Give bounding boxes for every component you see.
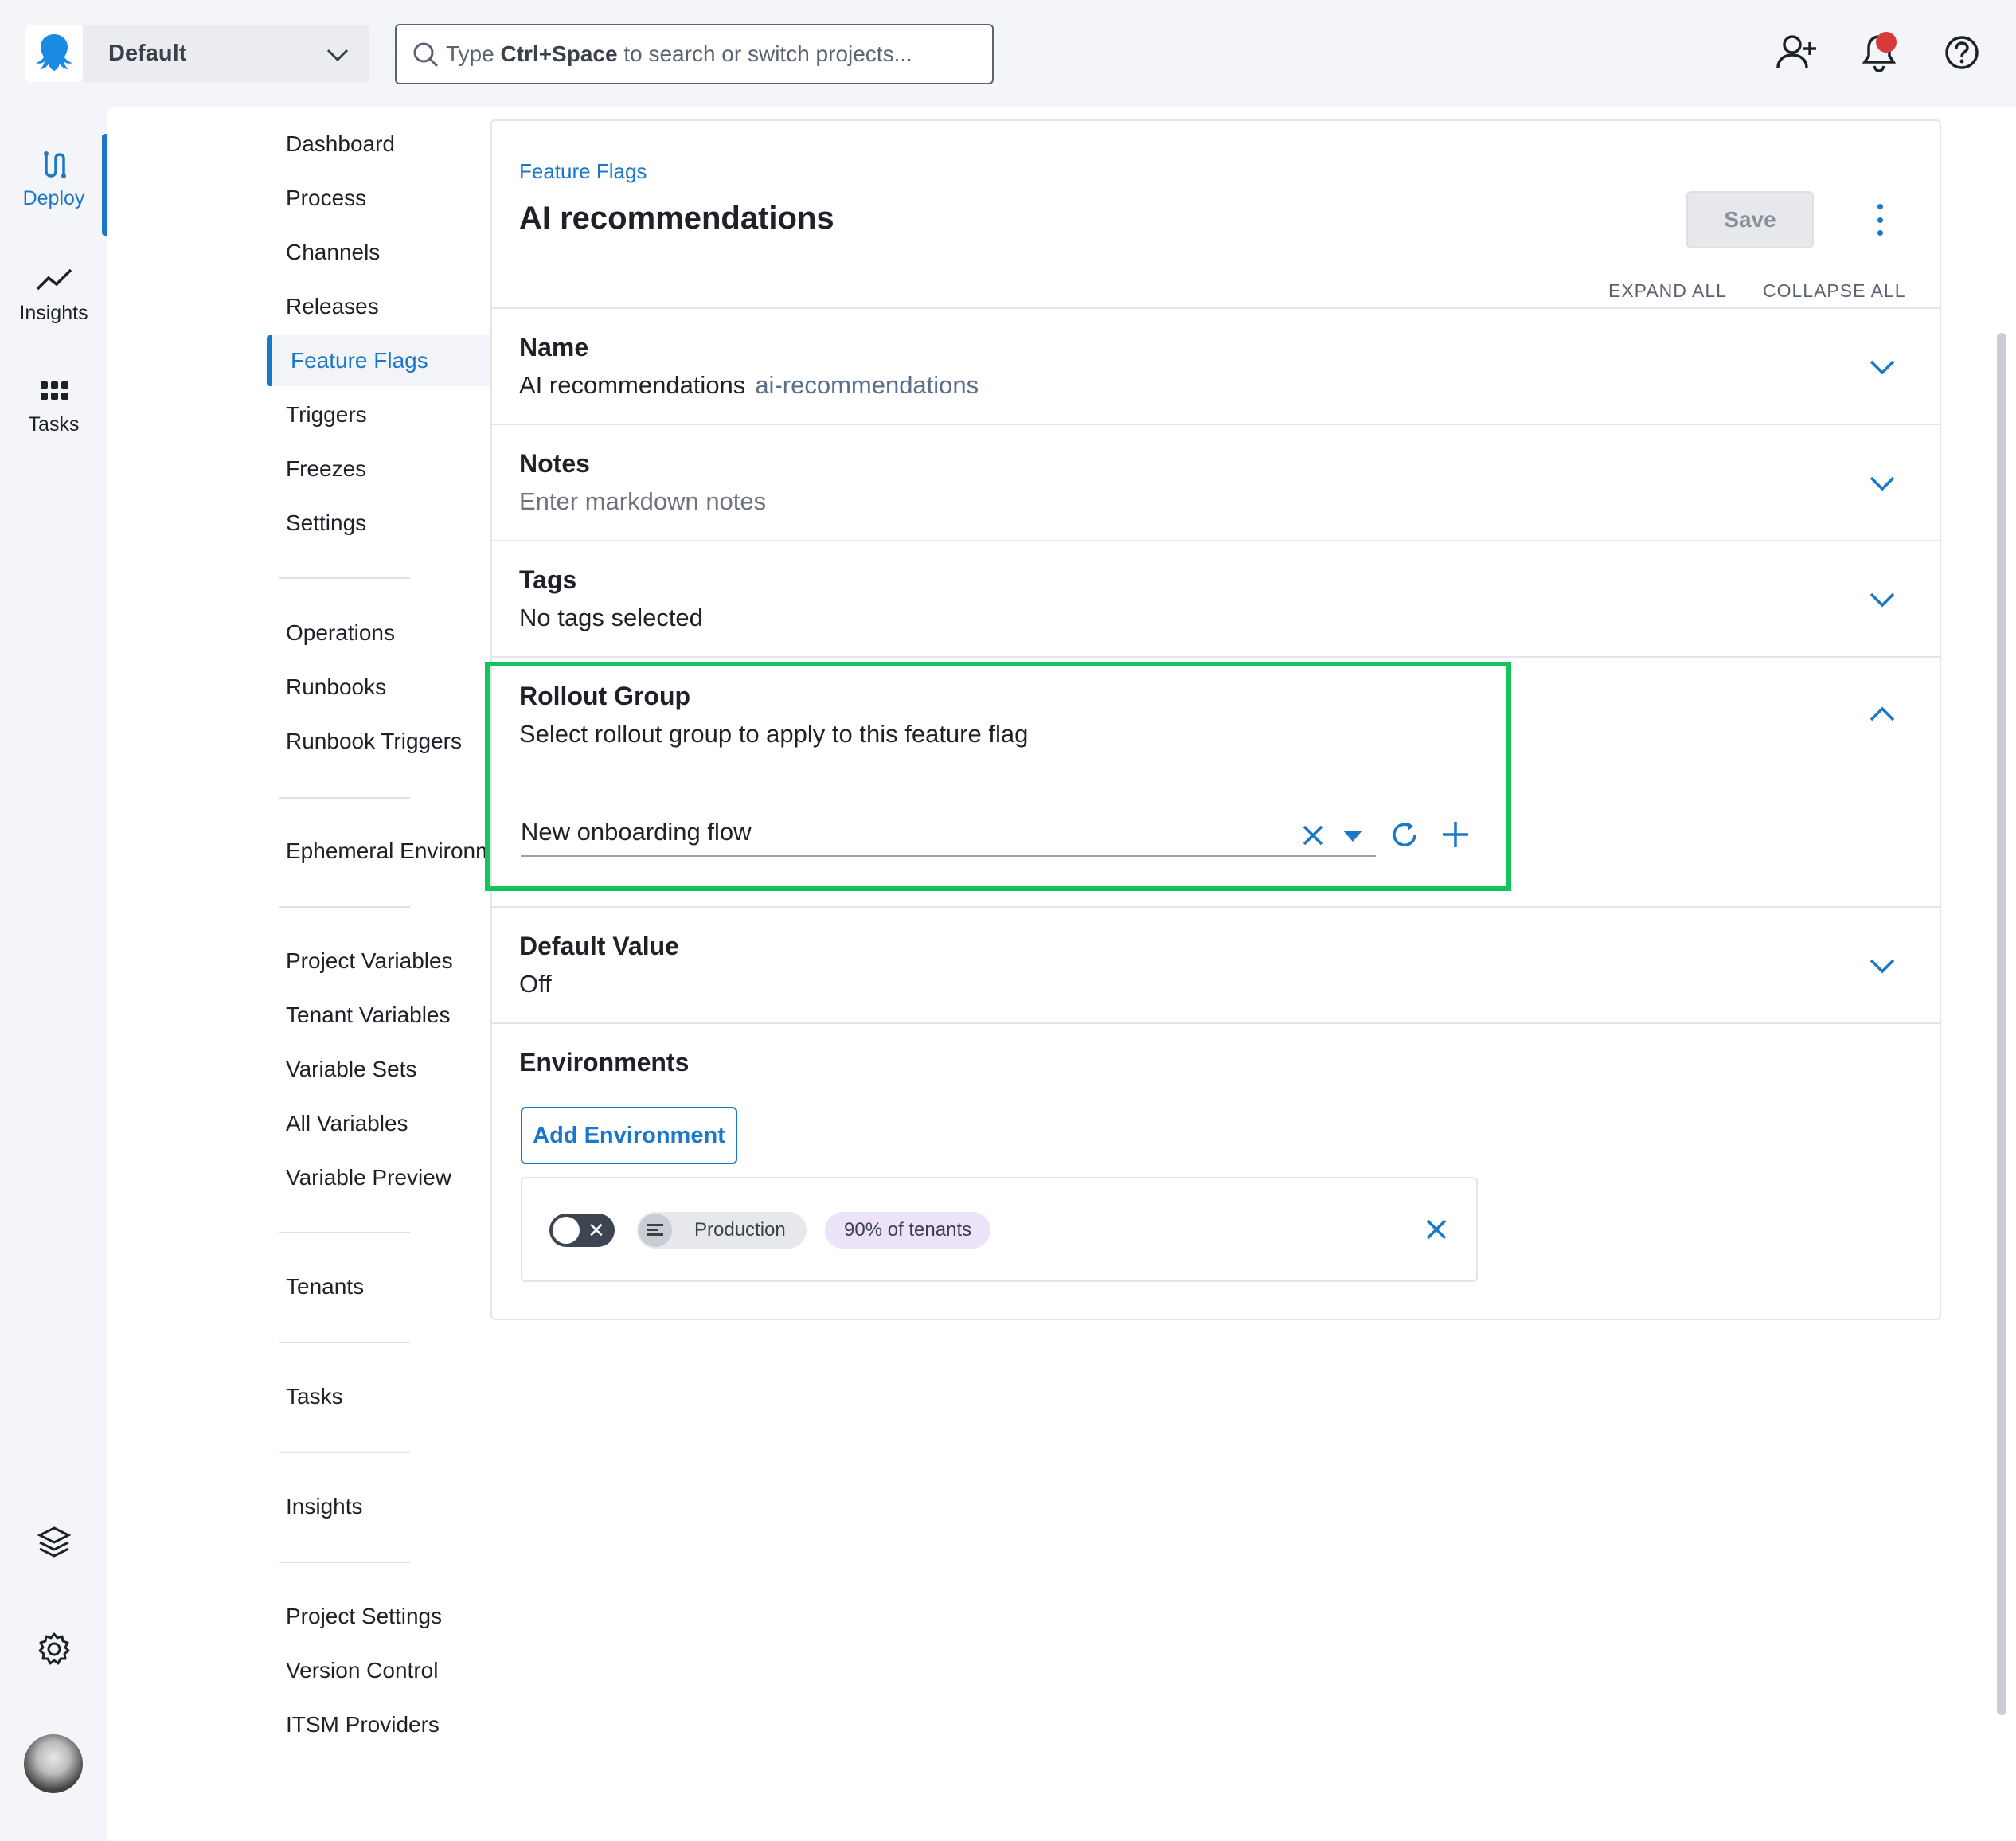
deploy-icon <box>43 151 66 178</box>
section-value: AI recommendations ai-recommendations <box>519 371 979 400</box>
chevron-down-icon[interactable] <box>1866 583 1898 615</box>
add-user-icon <box>1776 35 1816 68</box>
environment-icon <box>639 1214 672 1247</box>
rail-item-layers[interactable] <box>0 1525 107 1560</box>
sidebar-item-channels[interactable]: Channels <box>286 227 380 278</box>
page-title: AI recommendations <box>519 201 834 236</box>
sidebar-item-settings[interactable]: Settings <box>286 498 366 549</box>
avatar[interactable] <box>24 1734 83 1793</box>
search-prefix: Type <box>446 41 501 66</box>
sidebar-item-triggers[interactable]: Triggers <box>286 389 367 440</box>
section-title: Environments <box>519 1048 690 1077</box>
sidebar-item-runbook-triggers[interactable]: Runbook Triggers <box>286 716 462 767</box>
invite-user-button[interactable] <box>1774 30 1819 75</box>
nav-divider <box>279 577 410 579</box>
section-notes[interactable]: Notes Enter markdown notes <box>492 424 1940 540</box>
global-nav-rail: Deploy Insights Tasks <box>0 107 107 1841</box>
search-icon <box>413 42 439 68</box>
rail-label-deploy: Deploy <box>22 187 85 209</box>
top-bar: Default Type Ctrl+Space to search or swi… <box>0 0 2016 107</box>
expand-all-button[interactable]: EXPAND ALL <box>1608 280 1727 302</box>
search-input[interactable]: Type Ctrl+Space to search or switch proj… <box>395 24 994 84</box>
chevron-down-icon[interactable] <box>1866 949 1898 981</box>
sidebar-item-insights[interactable]: Insights <box>286 1481 363 1532</box>
nav-divider <box>279 1342 410 1343</box>
chevron-down-icon[interactable] <box>1866 350 1898 382</box>
flag-slug: ai-recommendations <box>755 371 979 399</box>
notification-badge <box>1876 32 1897 53</box>
scrollbar[interactable] <box>1997 333 2006 1715</box>
toggle-off-icon: ✕ <box>588 1218 605 1242</box>
help-icon <box>1945 36 1979 69</box>
rail-item-settings[interactable] <box>0 1632 107 1667</box>
environment-row: ✕ Production 90% of tenants <box>521 1177 1478 1282</box>
section-default-value[interactable]: Default Value Off <box>492 906 1940 1022</box>
section-environments: Environments <box>492 1022 1940 1078</box>
sidebar-item-process[interactable]: Process <box>286 173 366 224</box>
rail-label-tasks: Tasks <box>28 413 80 436</box>
sidebar-item-variable-preview[interactable]: Variable Preview <box>286 1152 451 1203</box>
layers-icon <box>37 1526 71 1558</box>
nav-divider <box>279 1232 410 1233</box>
remove-environment-icon[interactable] <box>1422 1215 1451 1244</box>
save-button[interactable]: Save <box>1686 191 1814 248</box>
environment-chip: Production <box>637 1212 807 1249</box>
search-shortcut: Ctrl+Space <box>500 41 618 66</box>
rollout-group-highlight <box>485 662 1511 891</box>
toggle-knob <box>553 1217 580 1244</box>
sidebar-item-version-control[interactable]: Version Control <box>286 1645 438 1696</box>
sidebar-item-runbooks[interactable]: Runbooks <box>286 662 386 713</box>
rail-item-tasks[interactable]: Tasks <box>0 375 107 436</box>
section-title: Name <box>519 333 589 362</box>
chevron-up-icon[interactable] <box>1866 699 1898 731</box>
sidebar-item-project-settings[interactable]: Project Settings <box>286 1591 442 1642</box>
more-options-icon[interactable] <box>1876 204 1884 236</box>
octopus-logo-icon <box>36 34 72 71</box>
sidebar-item-itsm-providers[interactable]: ITSM Providers <box>286 1699 440 1750</box>
default-value: Off <box>519 970 552 998</box>
chevron-down-icon <box>326 49 349 62</box>
octopus-logo[interactable] <box>25 25 83 82</box>
rail-item-insights[interactable]: Insights <box>0 264 107 325</box>
sidebar-item-freezes[interactable]: Freezes <box>286 444 366 494</box>
sidebar-item-all-variables[interactable]: All Variables <box>286 1098 408 1149</box>
section-name[interactable]: Name AI recommendations ai-recommendation… <box>492 307 1940 424</box>
section-title: Notes <box>519 449 590 478</box>
tasks-icon <box>40 381 68 400</box>
sidebar-item-tenant-variables[interactable]: Tenant Variables <box>286 990 451 1041</box>
space-selector[interactable]: Default <box>83 25 369 82</box>
help-button[interactable] <box>1940 30 1984 75</box>
section-tags[interactable]: Tags No tags selected <box>492 540 1940 656</box>
sidebar-item-project-variables[interactable]: Project Variables <box>286 936 453 987</box>
chevron-down-icon[interactable] <box>1866 467 1898 498</box>
rail-item-deploy[interactable]: Deploy <box>0 149 107 210</box>
gear-icon <box>38 1632 69 1665</box>
space-name: Default <box>108 40 187 66</box>
environment-toggle[interactable]: ✕ <box>549 1214 615 1247</box>
tenant-percentage-chip: 90% of tenants <box>825 1212 991 1249</box>
sidebar-item-tenants[interactable]: Tenants <box>286 1261 364 1312</box>
breadcrumb[interactable]: Feature Flags <box>519 159 647 184</box>
sidebar-item-releases[interactable]: Releases <box>286 281 379 332</box>
sidebar-item-variable-sets[interactable]: Variable Sets <box>286 1044 416 1095</box>
environment-name: Production <box>694 1219 786 1241</box>
section-title: Tags <box>519 565 577 594</box>
tags-value: No tags selected <box>519 604 703 631</box>
nav-divider <box>279 906 410 908</box>
add-environment-button[interactable]: Add Environment <box>521 1107 737 1164</box>
nav-divider <box>279 1562 410 1563</box>
sidebar-item-dashboard[interactable]: Dashboard <box>286 119 395 170</box>
flag-name: AI recommendations <box>519 371 746 399</box>
collapse-all-button[interactable]: COLLAPSE ALL <box>1763 280 1906 302</box>
sidebar-item-tasks[interactable]: Tasks <box>286 1371 343 1422</box>
nav-divider <box>279 797 410 799</box>
rail-label-insights: Insights <box>19 302 88 324</box>
section-title: Default Value <box>519 932 679 960</box>
sidebar-item-operations[interactable]: Operations <box>286 608 395 659</box>
insights-icon <box>36 268 72 291</box>
nav-divider <box>279 1452 410 1453</box>
search-suffix: to search or switch projects... <box>617 41 912 66</box>
notes-placeholder: Enter markdown notes <box>519 487 767 515</box>
